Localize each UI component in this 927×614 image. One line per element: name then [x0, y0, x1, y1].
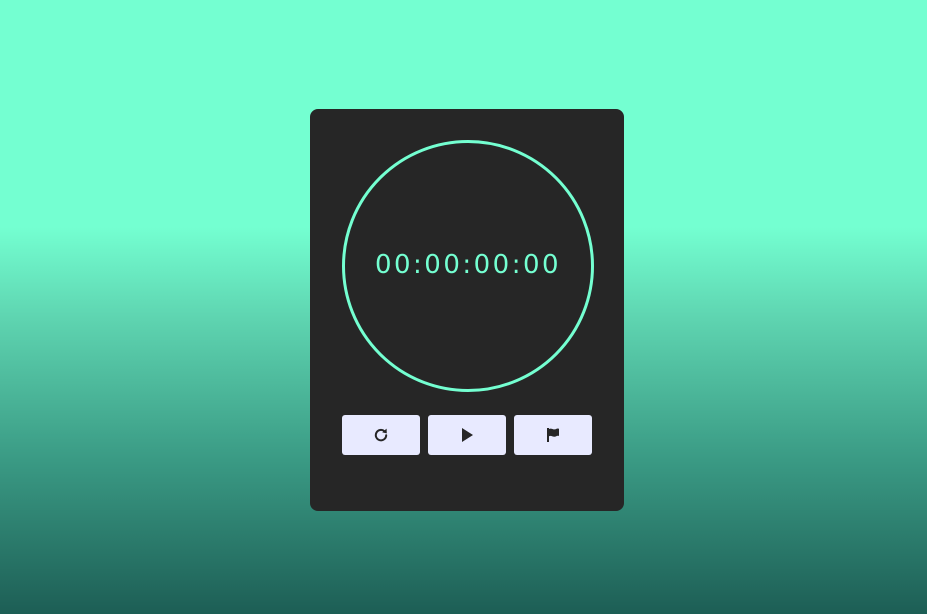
flag-icon [545, 427, 561, 443]
reset-button[interactable] [342, 415, 420, 455]
time-display: 00:00:00:00 [374, 250, 562, 280]
start-button[interactable] [428, 415, 506, 455]
play-icon [460, 427, 474, 443]
lap-button[interactable] [514, 415, 592, 455]
timer-dial: 00:00:00:00 [342, 140, 594, 392]
reset-icon [373, 427, 389, 443]
control-bar [342, 415, 592, 455]
stopwatch-card: 00:00:00:00 [310, 109, 624, 511]
